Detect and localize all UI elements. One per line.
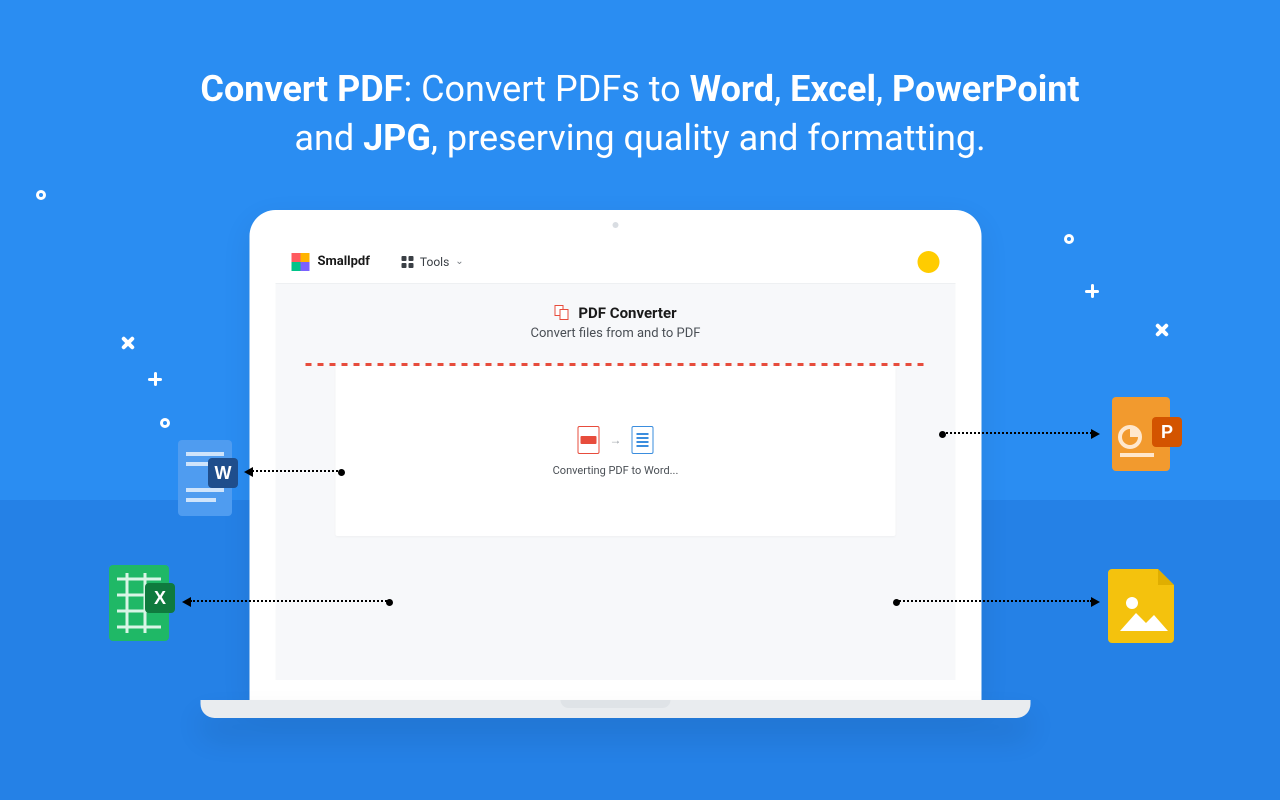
promo-canvas: Convert PDF: Convert PDFs to Word, Excel… bbox=[0, 0, 1280, 800]
conversion-card: → Converting PDF to Word... bbox=[336, 366, 896, 536]
conversion-illustration: → bbox=[578, 426, 654, 454]
converter-title: PDF Converter bbox=[578, 304, 676, 322]
laptop-base bbox=[201, 700, 1031, 718]
app-screen: Smallpdf Tools ⌄ PDF Converter bbox=[276, 240, 956, 680]
headline-lead: Convert PDF bbox=[200, 68, 403, 110]
connector-right-image bbox=[896, 600, 1092, 602]
chevron-down-icon: ⌄ bbox=[455, 256, 463, 267]
decoration-plus-icon bbox=[1085, 284, 1099, 298]
brand-logo[interactable]: Smallpdf bbox=[292, 253, 370, 271]
converter-subtitle: Convert files from and to PDF bbox=[276, 326, 956, 341]
pdf-file-icon bbox=[578, 426, 600, 454]
decoration-plus-icon bbox=[148, 372, 162, 386]
powerpoint-file-icon: P bbox=[1110, 395, 1184, 481]
connector-left-word bbox=[252, 470, 342, 472]
excel-file-icon: X bbox=[105, 565, 177, 649]
tools-grid-icon bbox=[402, 256, 414, 268]
avatar[interactable] bbox=[918, 251, 940, 273]
tools-menu[interactable]: Tools ⌄ bbox=[402, 255, 464, 269]
brand-name: Smallpdf bbox=[318, 254, 370, 269]
conversion-status: Converting PDF to Word... bbox=[553, 464, 679, 477]
brand-logo-icon bbox=[292, 253, 310, 271]
laptop-mockup: Smallpdf Tools ⌄ PDF Converter bbox=[250, 210, 1031, 718]
svg-text:X: X bbox=[154, 588, 166, 608]
decoration-ring-icon bbox=[160, 418, 170, 428]
word-file-icon: W bbox=[170, 440, 240, 524]
tools-label: Tools bbox=[420, 255, 449, 269]
decoration-ring-icon bbox=[1064, 234, 1074, 244]
pdf-converter-icon bbox=[554, 305, 570, 321]
decoration-x-icon bbox=[120, 335, 136, 351]
app-header: Smallpdf Tools ⌄ bbox=[276, 240, 956, 284]
image-file-icon bbox=[1108, 565, 1178, 647]
connector-right-ppt bbox=[942, 432, 1092, 434]
camera-dot-icon bbox=[613, 222, 619, 228]
doc-file-icon bbox=[632, 426, 654, 454]
converter-heading: PDF Converter Convert files from and to … bbox=[276, 304, 956, 341]
decoration-x-icon bbox=[1154, 322, 1170, 338]
arrow-right-icon: → bbox=[610, 433, 622, 447]
svg-text:W: W bbox=[215, 463, 232, 483]
svg-text:P: P bbox=[1161, 422, 1173, 442]
app-body: PDF Converter Convert files from and to … bbox=[276, 284, 956, 680]
headline: Convert PDF: Convert PDFs to Word, Excel… bbox=[0, 65, 1280, 162]
connector-left-excel bbox=[190, 600, 390, 602]
decoration-ring-icon bbox=[36, 190, 46, 200]
